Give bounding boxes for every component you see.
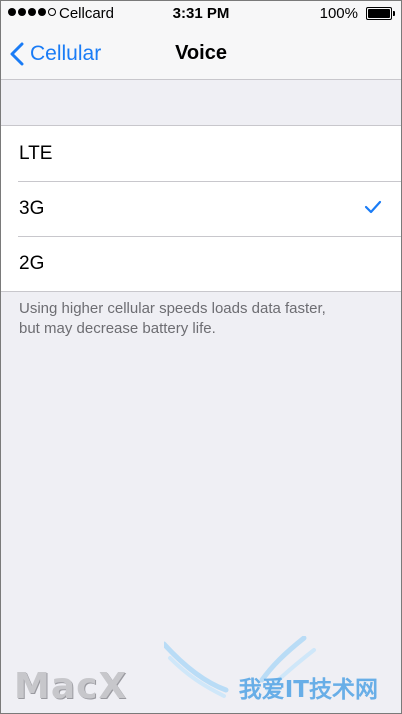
macx-watermark: MacX bbox=[14, 666, 128, 707]
battery-fill bbox=[368, 9, 390, 18]
screenshot-border bbox=[0, 0, 402, 714]
speed-note: Using higher cellular speeds loads data … bbox=[19, 299, 379, 339]
navigation-bar: Cellular Voice bbox=[0, 30, 402, 80]
battery-percent: 100% bbox=[319, 5, 358, 22]
option-label: 2G bbox=[19, 252, 45, 274]
option-2g[interactable]: 2G bbox=[0, 236, 402, 291]
option-label: LTE bbox=[19, 142, 53, 164]
status-bar: Cellcard 3:31 PM 100% bbox=[0, 0, 402, 30]
site-watermark-text: 我爱IT技术网 bbox=[238, 677, 378, 703]
page-title: Voice bbox=[175, 42, 227, 64]
option-lte[interactable]: LTE bbox=[0, 126, 402, 181]
speed-note-line: but may decrease battery life. bbox=[19, 320, 216, 337]
option-label: 3G bbox=[19, 197, 45, 219]
speed-note-line: Using higher cellular speeds loads data … bbox=[19, 300, 326, 317]
option-3g[interactable]: 3G bbox=[0, 181, 402, 236]
voice-options-list: LTE 3G 2G bbox=[0, 125, 402, 292]
battery-icon bbox=[366, 7, 395, 20]
checkmark-icon bbox=[364, 200, 382, 214]
site-watermark: 我爱IT技术网 bbox=[164, 636, 394, 706]
